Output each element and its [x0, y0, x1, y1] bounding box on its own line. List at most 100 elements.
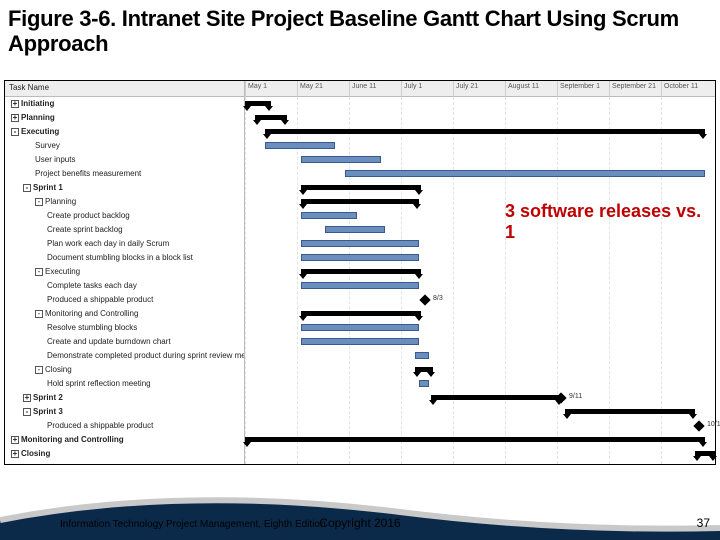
task-row: +Monitoring and Controlling	[5, 433, 244, 447]
task-row: -Planning	[5, 195, 244, 209]
task-label: Sprint 2	[33, 393, 63, 402]
task-label: Planning	[45, 197, 76, 206]
time-axis-tick: September 21	[609, 81, 658, 97]
task-row: -Executing	[5, 265, 244, 279]
figure-title: Figure 3-6. Intranet Site Project Baseli…	[0, 0, 720, 59]
task-row: Plan work each day in daily Scrum	[5, 237, 244, 251]
gantt-summary-bar	[301, 185, 421, 190]
task-row: Produced a shippable product	[5, 293, 244, 307]
task-name-column: +Initiating+Planning-ExecutingSurveyUser…	[5, 97, 245, 464]
task-row: +Initiating	[5, 97, 244, 111]
task-row: -Closing	[5, 363, 244, 377]
time-axis-tick: May 1	[245, 81, 269, 97]
gantt-task-bar	[301, 156, 381, 163]
task-label: Create and update burndown chart	[47, 337, 171, 346]
task-row: +Sprint 2	[5, 391, 244, 405]
task-row: Survey	[5, 139, 244, 153]
task-row: Produced a shippable product	[5, 419, 244, 433]
gantt-task-bar	[419, 380, 429, 387]
expand-icon[interactable]: +	[11, 114, 19, 122]
expand-icon[interactable]: +	[11, 436, 19, 444]
task-label: Monitoring and Controlling	[45, 309, 138, 318]
task-row: -Sprint 1	[5, 181, 244, 195]
collapse-icon[interactable]: -	[23, 184, 31, 192]
time-axis-tick: August 11	[505, 81, 541, 97]
gantt-task-bar	[301, 212, 357, 219]
task-label: Document stumbling blocks in a block lis…	[47, 253, 193, 262]
milestone-label: 8/3	[433, 295, 443, 302]
gantt-summary-bar	[431, 395, 561, 400]
task-row: Create product backlog	[5, 209, 244, 223]
gantt-summary-bar	[695, 451, 715, 456]
collapse-icon[interactable]: -	[11, 128, 19, 136]
task-label: Sprint 3	[33, 407, 63, 416]
footer-page-number: 37	[697, 516, 710, 530]
task-label: Produced a shippable product	[47, 421, 153, 430]
milestone-label: 10/17	[707, 421, 720, 428]
task-row: User inputs	[5, 153, 244, 167]
collapse-icon[interactable]: -	[35, 310, 43, 318]
gantt-task-bar	[301, 338, 419, 345]
collapse-icon[interactable]: -	[23, 408, 31, 416]
gantt-task-bar	[301, 254, 419, 261]
task-label: User inputs	[35, 155, 75, 164]
expand-icon[interactable]: +	[11, 100, 19, 108]
gantt-summary-bar	[245, 437, 705, 442]
gantt-task-bar	[325, 226, 385, 233]
task-label: Executing	[21, 127, 59, 136]
task-label: Initiating	[21, 99, 54, 108]
expand-icon[interactable]: +	[23, 394, 31, 402]
gantt-summary-bar	[301, 199, 419, 204]
release-callout: 3 software releases vs. 1	[505, 201, 715, 242]
task-row: Document stumbling blocks in a block lis…	[5, 251, 244, 265]
gantt-task-bar	[265, 142, 335, 149]
task-label: Project benefits measurement	[35, 169, 141, 178]
footer-copyright: Copyright 2016	[0, 516, 720, 530]
collapse-icon[interactable]: -	[35, 366, 43, 374]
milestone-icon	[693, 420, 704, 431]
gantt-task-bar	[345, 170, 705, 177]
task-row: Create and update burndown chart	[5, 335, 244, 349]
gantt-task-bar	[301, 324, 419, 331]
task-row: +Closing	[5, 447, 244, 461]
task-label: Sprint 1	[33, 183, 63, 192]
time-axis-tick: June 11	[349, 81, 378, 97]
task-row: -Monitoring and Controlling	[5, 307, 244, 321]
gantt-summary-bar	[255, 115, 287, 120]
task-label: Demonstrate completed product during spr…	[47, 351, 244, 360]
gantt-chart: Task Name +Initiating+Planning-Executing…	[4, 80, 716, 465]
task-row: -Sprint 3	[5, 405, 244, 419]
gantt-summary-bar	[301, 269, 421, 274]
task-label: Monitoring and Controlling	[21, 435, 124, 444]
task-row: +Planning	[5, 111, 244, 125]
time-axis-tick: May 21	[297, 81, 325, 97]
task-label: Closing	[21, 449, 50, 458]
task-label: Complete tasks each day	[47, 281, 137, 290]
task-row: Create sprint backlog	[5, 223, 244, 237]
gantt-task-bar	[301, 282, 419, 289]
task-row: Hold sprint reflection meeting	[5, 377, 244, 391]
task-label: Create product backlog	[47, 211, 130, 220]
collapse-icon[interactable]: -	[35, 268, 43, 276]
time-axis-tick: September 1	[557, 81, 602, 97]
time-axis-tick: July 21	[453, 81, 480, 97]
gantt-task-bar	[415, 352, 429, 359]
gantt-summary-bar	[415, 367, 433, 372]
task-label: Resolve stumbling blocks	[47, 323, 137, 332]
time-axis-tick: October 11	[661, 81, 700, 97]
milestone-label: 9/11	[569, 393, 582, 400]
task-label: Survey	[35, 141, 60, 150]
time-axis-tick: July 1	[401, 81, 424, 97]
gantt-task-bar	[301, 240, 419, 247]
gantt-bars-area: 8/39/1110/17	[245, 97, 715, 464]
gantt-summary-bar	[301, 311, 421, 316]
task-row: Project benefits measurement	[5, 167, 244, 181]
collapse-icon[interactable]: -	[35, 198, 43, 206]
task-label: Create sprint backlog	[47, 225, 123, 234]
expand-icon[interactable]: +	[11, 450, 19, 458]
task-label: Executing	[45, 267, 80, 276]
task-row: -Executing	[5, 125, 244, 139]
task-label: Closing	[45, 365, 72, 374]
footer-swoosh	[0, 480, 720, 540]
task-row: Demonstrate completed product during spr…	[5, 349, 244, 363]
